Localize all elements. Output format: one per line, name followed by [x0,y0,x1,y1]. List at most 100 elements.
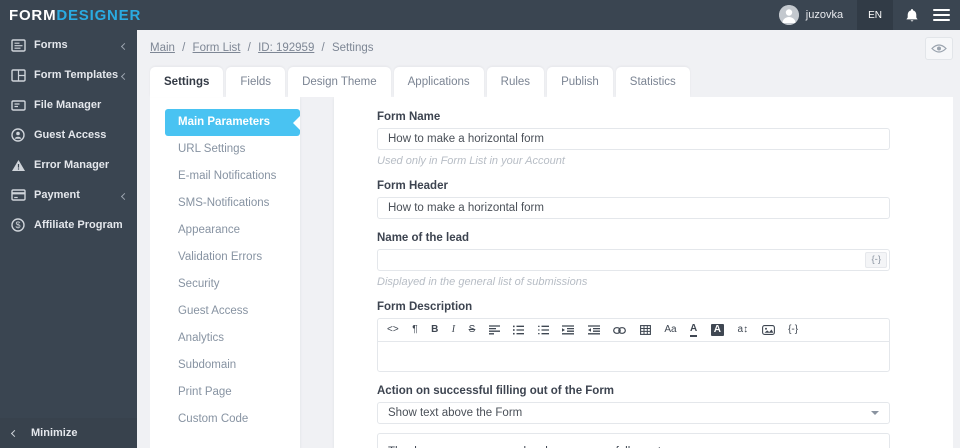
breadcrumb-form-id[interactable]: ID: 192959 [258,42,314,54]
sidebar-item-file-manager[interactable]: File Manager [0,90,137,120]
insert-variable-button[interactable]: {-} [865,252,887,268]
notifications-button[interactable] [893,8,931,23]
subnav-security[interactable]: Security [165,271,300,298]
main-content: Main / Form List / ID: 192959 / Settings… [137,30,960,448]
subnav-analytics[interactable]: Analytics [165,325,300,352]
form-name-input[interactable] [377,128,890,150]
subnav-sms-notifications[interactable]: SMS-Notifications [165,190,300,217]
bold-icon[interactable]: B [431,325,438,335]
code-icon[interactable]: <> [387,325,399,335]
background-color-icon[interactable]: A [710,324,725,336]
logo-text-form: FORM [9,6,57,24]
chevron-left-icon [120,66,129,84]
form-tabs: Settings Fields Design Theme Application… [150,66,953,97]
variable-icon[interactable]: {-} [788,325,798,335]
username-label[interactable]: juzovka [806,9,843,21]
subnav-custom-code[interactable]: Custom Code [165,406,300,433]
subnav-subdomain[interactable]: Subdomain [165,352,300,379]
guest-access-icon [10,127,26,143]
form-templates-icon [10,67,26,83]
sidebar-item-affiliate-program[interactable]: $ Affiliate Program [0,210,137,240]
tab-design-theme[interactable]: Design Theme [288,67,391,97]
breadcrumb-current: Settings [331,42,374,54]
description-editor-body[interactable] [378,342,889,371]
tab-rules[interactable]: Rules [486,67,545,97]
user-avatar[interactable] [778,5,799,25]
preview-button[interactable] [925,37,953,60]
sidebar-item-payment[interactable]: Payment [0,180,137,210]
lead-name-input[interactable] [377,249,890,271]
lead-name-label: Name of the lead [377,232,470,244]
link-icon[interactable] [613,326,627,334]
description-editor: <> ¶ B I S Aa A A a↕ {-} [377,318,890,372]
font-size-icon[interactable]: Aa [664,325,676,335]
logo-text-designer: DESIGNER [56,6,142,24]
tab-fields[interactable]: Fields [226,67,286,97]
language-switcher[interactable]: EN [857,0,893,30]
form-name-label: Form Name [377,111,441,123]
lead-name-helper: Displayed in the general list of submiss… [377,276,588,288]
italic-icon[interactable]: I [452,325,455,335]
dropdown-caret-icon [871,411,879,415]
tab-publish[interactable]: Publish [547,67,613,97]
outdent-icon[interactable] [562,325,575,335]
text-color-icon[interactable]: A [690,323,698,337]
menu-icon[interactable] [933,6,950,24]
breadcrumb-row: Main / Form List / ID: 192959 / Settings [150,30,953,66]
sidebar-item-forms[interactable]: Forms [0,30,137,60]
bell-icon [906,8,918,21]
file-manager-icon [10,97,26,113]
subnav-appearance[interactable]: Appearance [165,217,300,244]
settings-subnav: Main Parameters URL Settings E-mail Noti… [150,97,300,448]
subnav-email-notifications[interactable]: E-mail Notifications [165,163,300,190]
affiliate-program-icon: $ [10,217,26,233]
sidebar-nav: Forms Form Templates File Manager Guest … [0,30,137,448]
tab-settings[interactable]: Settings [150,67,224,97]
editor-toolbar: <> ¶ B I S Aa A A a↕ {-} [378,319,889,342]
tab-statistics[interactable]: Statistics [615,67,690,97]
form-name-helper: Used only in Form List in your Account [377,155,565,167]
sidebar-item-guest-access[interactable]: Guest Access [0,120,137,150]
breadcrumb-main[interactable]: Main [150,42,175,54]
form-header-label: Form Header [377,180,448,192]
top-header: FORM DESIGNER juzovka EN [0,0,960,30]
main-parameters-form: Form Name Used only in Form List in your… [334,97,953,448]
ordered-list-icon[interactable] [537,325,549,335]
table-icon[interactable] [639,325,651,335]
action-label: Action on successful filling out of the … [377,385,615,397]
action-selected-value: Show text above the Form [388,407,523,419]
sidebar-minimize-button[interactable]: Minimize [0,418,137,448]
sidebar-item-form-templates[interactable]: Form Templates [0,60,137,90]
chevron-left-icon [10,429,19,437]
paragraph-icon[interactable]: ¶ [412,325,417,335]
form-header-input[interactable] [377,197,890,219]
error-manager-icon [10,157,26,173]
align-left-icon[interactable] [488,325,500,335]
chevron-left-icon [120,36,129,54]
chevron-left-icon [120,186,129,204]
line-height-icon[interactable]: a↕ [738,325,749,335]
app-logo: FORM DESIGNER [0,7,141,24]
sidebar-item-error-manager[interactable]: Error Manager [0,150,137,180]
forms-icon [10,37,26,53]
success-message-textarea[interactable]: Thank you, your message has been success… [377,433,890,448]
subnav-guest-access[interactable]: Guest Access [165,298,300,325]
subnav-main-parameters[interactable]: Main Parameters [165,109,300,136]
breadcrumb: Main / Form List / ID: 192959 / Settings [150,42,374,54]
unordered-list-icon[interactable] [513,325,525,335]
svg-text:$: $ [15,220,20,230]
eye-icon [931,44,947,53]
strikethrough-icon[interactable]: S [469,325,476,335]
person-icon [778,5,799,25]
subnav-url-settings[interactable]: URL Settings [165,136,300,163]
breadcrumb-form-list[interactable]: Form List [193,42,241,54]
form-description-label: Form Description [377,301,473,313]
subnav-print-page[interactable]: Print Page [165,379,300,406]
action-select[interactable]: Show text above the Form [377,402,890,424]
image-icon[interactable] [761,325,775,335]
indent-icon[interactable] [587,325,600,335]
settings-card: Main Parameters URL Settings E-mail Noti… [150,97,953,448]
tab-applications[interactable]: Applications [393,67,484,97]
payment-icon [10,187,26,203]
subnav-validation-errors[interactable]: Validation Errors [165,244,300,271]
